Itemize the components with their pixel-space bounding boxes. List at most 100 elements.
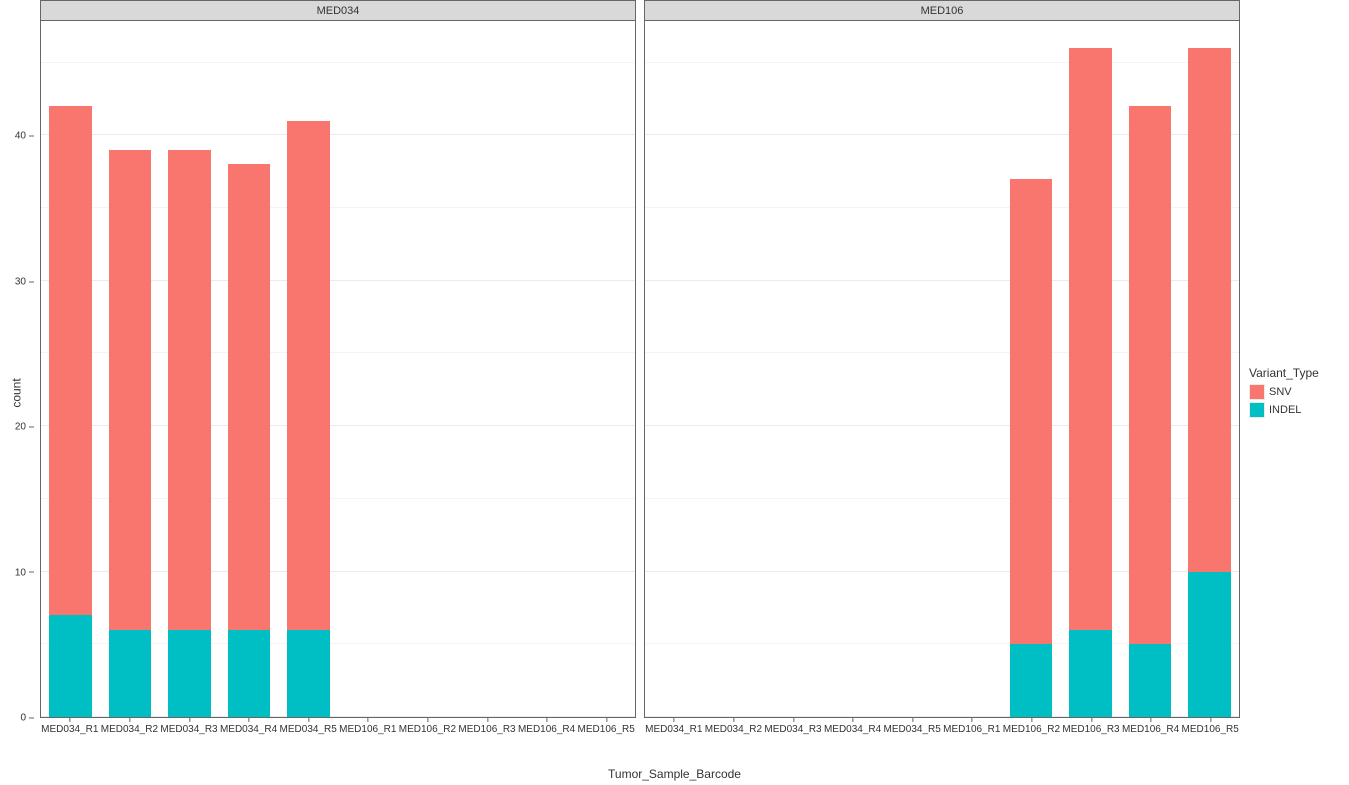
legend-item: INDEL [1249, 402, 1349, 418]
bar-slot [886, 21, 939, 717]
figure: count Tumor_Sample_Barcode 010203040 MED… [0, 0, 1349, 785]
x-axis-ticks: MED034_R1MED034_R2MED034_R3MED034_R4MED0… [644, 718, 1240, 758]
y-tick-label: 30 [15, 276, 26, 287]
bar-segment-snv [168, 150, 211, 630]
x-tick-label: MED106_R1 [339, 724, 396, 735]
bar [168, 150, 211, 717]
bar-slot [1183, 21, 1236, 717]
bar-segment-snv [109, 150, 152, 630]
bar-segment-snv [1188, 48, 1231, 572]
legend-item: SNV [1249, 384, 1349, 400]
y-tick-label: 0 [20, 713, 26, 724]
x-tick: MED034_R4 [824, 724, 881, 735]
bar-segment-snv [287, 121, 330, 630]
x-tick: MED106_R4 [518, 724, 575, 735]
bar [49, 106, 92, 717]
bar-slot [1064, 21, 1117, 717]
x-tick-label: MED034_R3 [764, 724, 821, 735]
x-tick-label: MED034_R2 [101, 724, 158, 735]
bar [1188, 48, 1231, 717]
bar-segment-snv [228, 164, 271, 629]
x-tick: MED106_R5 [1182, 724, 1239, 735]
x-tick-label: MED034_R2 [705, 724, 762, 735]
x-tick: MED034_R2 [705, 724, 762, 735]
legend: Variant_Type SNV INDEL [1249, 366, 1349, 420]
bar-slot [282, 21, 335, 717]
bar-segment-indel [1188, 572, 1231, 717]
x-tick-label: MED034_R5 [280, 724, 337, 735]
facet-strip: MED106 [644, 0, 1240, 20]
bar-segment-indel [287, 630, 330, 717]
x-tick-label: MED034_R5 [884, 724, 941, 735]
y-tick-label: 20 [15, 422, 26, 433]
bar-slot [826, 21, 879, 717]
bar-slot [163, 21, 216, 717]
x-tick: MED034_R2 [101, 724, 158, 735]
bar [1010, 179, 1053, 717]
plot-area [644, 20, 1240, 718]
bar [1129, 106, 1172, 717]
facet-strip: MED034 [40, 0, 636, 20]
x-tick: MED106_R5 [578, 724, 635, 735]
x-tick: MED106_R2 [399, 724, 456, 735]
x-tick: MED034_R3 [160, 724, 217, 735]
bar-slot [341, 21, 394, 717]
bar-segment-snv [1010, 179, 1053, 644]
y-tick-label: 10 [15, 567, 26, 578]
x-tick: MED106_R2 [1003, 724, 1060, 735]
x-tick-label: MED034_R3 [160, 724, 217, 735]
x-tick-label: MED034_R1 [645, 724, 702, 735]
x-tick: MED034_R1 [645, 724, 702, 735]
facet-panel: MED106MED034_R1MED034_R2MED034_R3MED034_… [644, 0, 1240, 760]
x-tick: MED034_R3 [764, 724, 821, 735]
legend-swatch [1250, 385, 1264, 399]
y-tick: 10 [15, 567, 34, 578]
facet-panels: MED034MED034_R1MED034_R2MED034_R3MED034_… [40, 0, 1240, 760]
x-tick: MED106_R3 [1062, 724, 1119, 735]
bar-slot [579, 21, 632, 717]
bar-slot [222, 21, 275, 717]
legend-key [1249, 384, 1265, 400]
x-tick-label: MED106_R2 [1003, 724, 1060, 735]
bar-slot [707, 21, 760, 717]
bar-slot [400, 21, 453, 717]
plot-area [40, 20, 636, 718]
bar-slot [1123, 21, 1176, 717]
bar-slot [945, 21, 998, 717]
legend-title: Variant_Type [1249, 366, 1349, 380]
bar-slot [44, 21, 97, 717]
y-tick: 30 [15, 276, 34, 287]
bar-segment-indel [109, 630, 152, 717]
x-axis-ticks: MED034_R1MED034_R2MED034_R3MED034_R4MED0… [40, 718, 636, 758]
bar-slot [767, 21, 820, 717]
x-tick: MED106_R1 [943, 724, 1000, 735]
legend-label: SNV [1269, 386, 1292, 398]
legend-swatch [1250, 403, 1264, 417]
bar [228, 164, 271, 717]
x-tick-label: MED034_R1 [41, 724, 98, 735]
bar-segment-snv [1069, 48, 1112, 630]
y-tick: 0 [20, 713, 34, 724]
x-tick-label: MED034_R4 [824, 724, 881, 735]
bar-slot [648, 21, 701, 717]
x-tick: MED034_R1 [41, 724, 98, 735]
x-tick-label: MED106_R3 [458, 724, 515, 735]
bar-segment-snv [1129, 106, 1172, 644]
y-tick: 40 [15, 131, 34, 142]
bar [287, 121, 330, 717]
x-tick-label: MED106_R4 [518, 724, 575, 735]
y-tick: 20 [15, 422, 34, 433]
x-tick-label: MED106_R3 [1062, 724, 1119, 735]
x-tick-label: MED106_R5 [1182, 724, 1239, 735]
bar-slot [1004, 21, 1057, 717]
x-axis-title: Tumor_Sample_Barcode [608, 767, 741, 781]
x-tick: MED034_R5 [280, 724, 337, 735]
legend-label: INDEL [1269, 404, 1301, 416]
bar-slot [519, 21, 572, 717]
x-tick-label: MED106_R5 [578, 724, 635, 735]
x-tick-label: MED034_R4 [220, 724, 277, 735]
x-tick-label: MED106_R4 [1122, 724, 1179, 735]
bar-segment-indel [49, 615, 92, 717]
y-tick-label: 40 [15, 131, 26, 142]
bar-segment-snv [49, 106, 92, 615]
